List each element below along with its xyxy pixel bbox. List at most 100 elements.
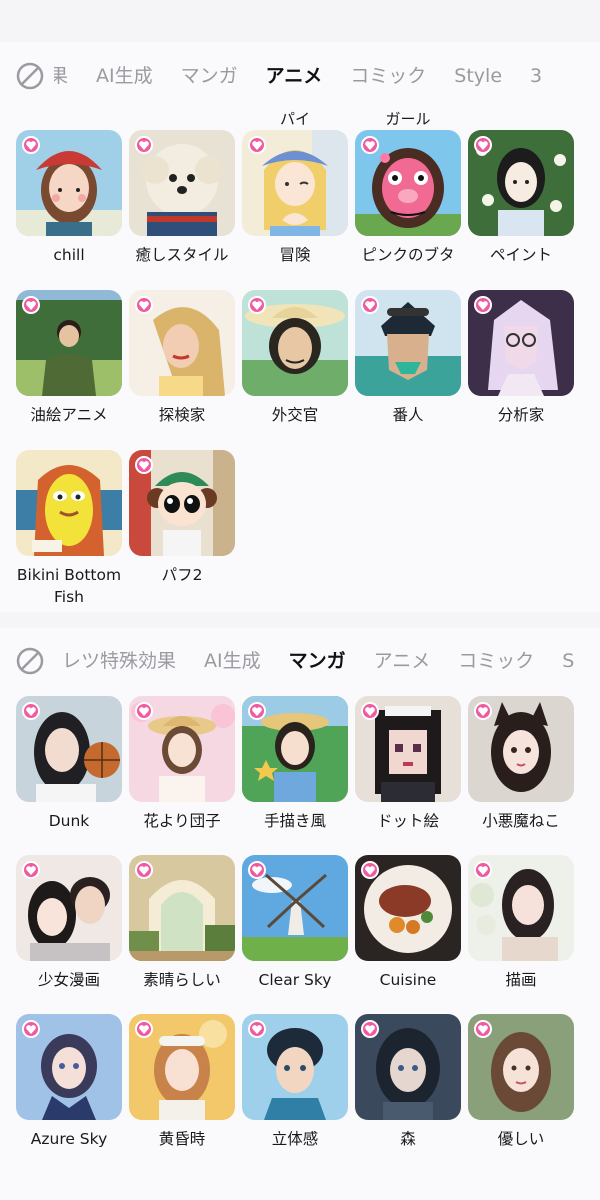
style-wonderful[interactable] xyxy=(129,855,235,961)
premium-heart-icon xyxy=(474,296,492,314)
tab-ai-generate[interactable]: AI生成 xyxy=(96,56,153,96)
style-adventure[interactable] xyxy=(242,130,348,236)
style-label: ピンクのブタ xyxy=(361,246,455,264)
style-label: 分析家 xyxy=(497,406,545,424)
style-label: 癒しスタイル xyxy=(135,246,229,264)
style-label: 森 xyxy=(400,1130,416,1148)
category-tabs-1: 効果 AI生成マンガアニメコミック Style 3 xyxy=(0,56,600,96)
style-label: 番人 xyxy=(392,406,424,424)
style-bikini-bottom-fish[interactable] xyxy=(16,450,122,556)
no-effect-icon[interactable] xyxy=(16,62,44,90)
premium-heart-icon xyxy=(22,1020,40,1038)
premium-heart-icon xyxy=(474,861,492,879)
premium-heart-icon xyxy=(361,702,379,720)
style-forest[interactable] xyxy=(355,1014,461,1120)
premium-heart-icon xyxy=(22,136,40,154)
premium-heart-icon xyxy=(361,861,379,879)
tab-comic[interactable]: コミック xyxy=(350,56,426,96)
premium-heart-icon xyxy=(474,136,492,154)
premium-heart-icon xyxy=(474,702,492,720)
style-twilight[interactable] xyxy=(129,1014,235,1120)
premium-heart-icon xyxy=(248,861,266,879)
style-label: chill xyxy=(53,246,85,264)
category-tabs-2: レツ特殊効果 AI生成 マンガ アニメ コミック S xyxy=(0,641,600,681)
overflow-label-girl: ガール xyxy=(385,110,431,128)
premium-heart-icon xyxy=(135,456,153,474)
style-label: 手描き風 xyxy=(263,812,326,830)
tab-comic[interactable]: コミック xyxy=(458,641,534,681)
premium-heart-icon xyxy=(135,702,153,720)
style-label: パフ2 xyxy=(161,566,203,584)
style-label: 黄昏時 xyxy=(158,1130,206,1148)
premium-heart-icon xyxy=(248,296,266,314)
style-label: 小悪魔ねこ xyxy=(482,812,560,830)
style-drawing[interactable] xyxy=(468,855,574,961)
style-label: 立体感 xyxy=(271,1130,319,1148)
style-label: 少女漫画 xyxy=(37,971,100,989)
tab-anime[interactable]: アニメ xyxy=(266,56,323,96)
style-chill[interactable] xyxy=(16,130,122,236)
premium-heart-icon xyxy=(248,702,266,720)
premium-heart-icon xyxy=(361,296,379,314)
style-label: 花より団子 xyxy=(143,812,221,830)
style-shoujo-manga[interactable] xyxy=(16,855,122,961)
style-pixel-art[interactable] xyxy=(355,696,461,802)
tab-manga[interactable]: マンガ xyxy=(289,641,346,681)
tab-3[interactable]: 3 xyxy=(530,56,542,96)
style-explorer[interactable] xyxy=(129,290,235,396)
overflow-label-pie: パイ xyxy=(279,110,310,128)
style-label: Cuisine xyxy=(379,971,437,989)
style-hana-yori-dango[interactable] xyxy=(129,696,235,802)
style-label: 外交官 xyxy=(271,406,319,424)
tab-strip-2[interactable]: レツ特殊効果 AI生成 マンガ アニメ コミック S xyxy=(54,641,600,681)
premium-heart-icon xyxy=(135,136,153,154)
premium-heart-icon xyxy=(474,1020,492,1038)
style-healing[interactable] xyxy=(129,130,235,236)
tab-s[interactable]: S xyxy=(562,641,574,681)
style-guardian[interactable] xyxy=(355,290,461,396)
style-diplomat[interactable] xyxy=(242,290,348,396)
tab-special-effects[interactable]: レツ特殊効果 xyxy=(62,641,176,681)
tab-strip-1[interactable]: 効果 AI生成マンガアニメコミック Style 3 xyxy=(54,56,600,96)
premium-heart-icon xyxy=(248,1020,266,1038)
style-little-devil-cat[interactable] xyxy=(468,696,574,802)
style-paint[interactable] xyxy=(468,130,574,236)
style-label: Clear Sky xyxy=(258,971,332,989)
style-label: Bikini Bottom Fish xyxy=(16,566,122,606)
style-dunk[interactable] xyxy=(16,696,122,802)
style-oil-anime[interactable] xyxy=(16,290,122,396)
tab-effects[interactable]: 効果 xyxy=(54,56,68,96)
style-puff-2[interactable] xyxy=(129,450,235,556)
style-3d[interactable] xyxy=(242,1014,348,1120)
style-pink-pig[interactable] xyxy=(355,130,461,236)
style-cuisine[interactable] xyxy=(355,855,461,961)
premium-heart-icon xyxy=(135,296,153,314)
style-label: Dunk xyxy=(48,812,90,830)
style-label: Azure Sky xyxy=(30,1130,108,1148)
tab-style[interactable]: Style xyxy=(454,56,502,96)
premium-heart-icon xyxy=(22,702,40,720)
style-label: ペイント xyxy=(489,246,552,264)
style-azure-sky[interactable] xyxy=(16,1014,122,1120)
yellow-fish-girl-cartoon-icon xyxy=(16,450,122,556)
style-label: 描画 xyxy=(505,971,537,989)
premium-heart-icon xyxy=(22,296,40,314)
premium-heart-icon xyxy=(248,136,266,154)
style-label: 油絵アニメ xyxy=(30,406,108,424)
style-clear-sky[interactable] xyxy=(242,855,348,961)
style-label: 優しい xyxy=(497,1130,545,1148)
style-label: 探検家 xyxy=(158,406,206,424)
style-gentle[interactable] xyxy=(468,1014,574,1120)
premium-heart-icon xyxy=(135,1020,153,1038)
style-label: ドット絵 xyxy=(376,812,439,830)
tab-ai-generate[interactable]: AI生成 xyxy=(204,641,261,681)
tab-anime[interactable]: アニメ xyxy=(374,641,431,681)
top-bar xyxy=(0,0,600,42)
tab-manga[interactable]: マンガ xyxy=(181,56,238,96)
style-label: 冒険 xyxy=(279,246,311,264)
style-hand-drawn[interactable] xyxy=(242,696,348,802)
style-analyst[interactable] xyxy=(468,290,574,396)
no-effect-icon[interactable] xyxy=(16,647,44,675)
premium-heart-icon xyxy=(135,861,153,879)
premium-heart-icon xyxy=(361,1020,379,1038)
